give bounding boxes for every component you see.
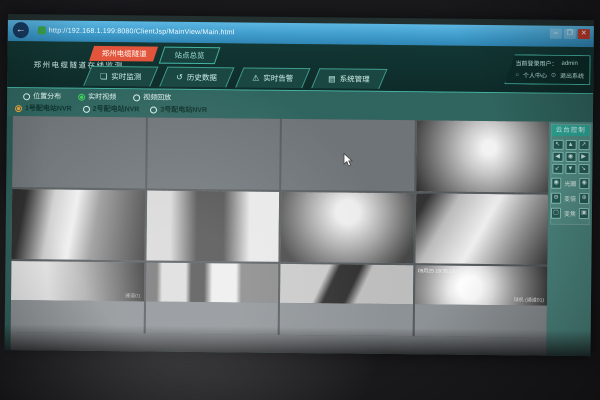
camera-osd-timestamp: 09月25 19:35:18 <box>418 268 455 275</box>
login-user: 当前登录用户：admin <box>515 58 585 68</box>
list-icon: ▤ <box>328 74 336 83</box>
camera-osd-label: 球机 (通道01) <box>514 297 544 304</box>
monitor-screen: ← http://192.168.1.199:8080/ClientJsp/Ma… <box>4 14 593 356</box>
letterbox <box>414 304 547 337</box>
person-icon: ○ <box>515 72 519 78</box>
photo-of-monitor: { "browser": { "url": "http://192.168.1.… <box>0 0 600 400</box>
camera-feed <box>415 193 548 265</box>
radio-live-video[interactable]: 实时视频 <box>78 92 116 102</box>
camera-cell-5[interactable] <box>11 189 144 261</box>
camera-osd-label: 通道01 <box>125 292 141 299</box>
close-button[interactable]: ✕ <box>578 29 590 39</box>
power-icon: ⊙ <box>551 72 556 79</box>
camera-cell-10[interactable] <box>145 263 278 335</box>
radio-nvr-3[interactable]: 3号配电站NVR <box>150 104 207 115</box>
camera-cell-8[interactable] <box>415 193 548 265</box>
camera-cell-7[interactable] <box>280 192 413 264</box>
ptz-up-right-button[interactable]: ↗ <box>578 140 589 150</box>
camera-cell-11[interactable] <box>280 264 413 336</box>
radio-location-map[interactable]: 位置分布 <box>23 91 61 101</box>
radio-icon <box>78 93 85 100</box>
camera-feed: 通道01 <box>11 261 144 301</box>
radio-video-playback[interactable]: 视频回放 <box>133 92 171 102</box>
ptz-title: 云台控制 <box>552 125 590 136</box>
radio-icon <box>23 93 30 100</box>
radio-icon <box>133 94 140 101</box>
focus-plus-button[interactable]: ▣ <box>579 208 589 219</box>
camera-cell-1[interactable] <box>12 116 145 188</box>
ptz-down-button[interactable]: ▼ <box>565 164 576 174</box>
personal-center-link[interactable]: 个人中心 <box>523 70 547 79</box>
username: admin <box>561 60 577 66</box>
radio-icon <box>15 105 22 112</box>
main-menu: ❏ 实时监测 ↺ 历史数据 ⚠ 实时告警 <box>87 66 383 89</box>
ptz-left-button[interactable]: ◀ <box>552 152 563 162</box>
iris-plus-button[interactable]: ◉ <box>579 178 589 189</box>
camera-cell-9[interactable]: 通道01 <box>11 261 144 333</box>
camera-feed: 09月25 19:35:18 球机 (通道01) <box>414 266 547 306</box>
camera-cell-6[interactable] <box>146 190 279 262</box>
tab-site-overview[interactable]: 站点总览 <box>159 47 221 65</box>
ptz-up-button[interactable]: ▲ <box>565 140 576 150</box>
radio-icon <box>83 105 90 112</box>
menu-realtime-alarm[interactable]: ⚠ 实时告警 <box>235 67 310 88</box>
ptz-sidebar: 云台控制 ↖ ▲ ↗ ◀ ◉ ▶ ↙ ▼ ↘ ◉ 光圈 ◉ <box>546 122 592 356</box>
letterbox <box>11 300 144 333</box>
ptz-panel: 云台控制 ↖ ▲ ↗ ◀ ◉ ▶ ↙ ▼ ↘ ◉ 光圈 ◉ <box>550 124 591 225</box>
camera-cell-4[interactable] <box>416 120 549 192</box>
tab-cable-tunnel[interactable]: 郑州电缆隧道 <box>89 46 158 62</box>
radio-icon <box>150 106 157 113</box>
camera-feed <box>280 192 413 264</box>
monitor-icon: ❏ <box>100 72 107 81</box>
ptz-zoom-row: ⊖ 变倍 ⊕ <box>551 193 589 204</box>
url-text: http://192.168.1.199:8080/ClientJsp/Main… <box>49 27 235 36</box>
browser-back-icon[interactable]: ← <box>13 22 29 38</box>
site-security-icon <box>38 26 46 34</box>
menu-system-manage[interactable]: ▤ 系统管理 <box>311 68 387 89</box>
camera-cell-2[interactable] <box>147 117 280 189</box>
radio-nvr-1[interactable]: 1号配电站NVR <box>15 103 72 114</box>
ptz-iris-row: ◉ 光圈 ◉ <box>551 178 589 189</box>
camera-cell-12[interactable]: 09月25 19:35:18 球机 (通道01) <box>414 266 547 338</box>
zoom-out-button[interactable]: ⊖ <box>551 193 561 204</box>
nvr-radios: 1号配电站NVR 2号配电站NVR 3号配电站NVR <box>15 103 207 115</box>
ptz-up-left-button[interactable]: ↖ <box>552 140 563 150</box>
focus-minus-button[interactable]: ▢ <box>551 208 561 219</box>
page-header: 郑州电缆隧道在线监测 郑州电缆隧道 站点总览 ❏ 实时监测 ↺ 历史数据 <box>7 41 593 94</box>
camera-feed <box>416 120 549 192</box>
history-icon: ↺ <box>176 73 183 82</box>
camera-feed <box>280 264 413 304</box>
zoom-in-button[interactable]: ⊕ <box>579 193 589 204</box>
ptz-center-button[interactable]: ◉ <box>565 152 576 162</box>
camera-feed <box>11 189 144 261</box>
menu-realtime-monitor[interactable]: ❏ 实时监测 <box>83 66 158 87</box>
ptz-direction-pad: ↖ ▲ ↗ ◀ ◉ ▶ ↙ ▼ ↘ <box>551 140 589 174</box>
logout-link[interactable]: 退出系统 <box>560 71 584 80</box>
ptz-down-left-button[interactable]: ↙ <box>552 164 563 174</box>
maximize-button[interactable]: ❐ <box>564 29 576 39</box>
letterbox <box>145 302 278 335</box>
mouse-cursor <box>343 153 353 172</box>
alarm-icon: ⚠ <box>252 74 259 83</box>
ptz-down-right-button[interactable]: ↘ <box>578 164 589 174</box>
camera-feed <box>145 263 278 303</box>
minimize-button[interactable]: – <box>550 29 562 39</box>
ptz-focus-row: ▢ 变焦 ▣ <box>551 208 589 219</box>
view-mode-radios: 位置分布 实时视频 视频回放 <box>23 91 171 103</box>
radio-nvr-2[interactable]: 2号配电站NVR <box>83 104 140 115</box>
ptz-right-button[interactable]: ▶ <box>578 152 589 162</box>
camera-grid: 通道01 09月25 19:35:18 球机 (通道01) <box>11 116 549 338</box>
window-controls: – ❐ ✕ <box>550 29 590 39</box>
surveillance-page: 郑州电缆隧道在线监测 郑州电缆隧道 站点总览 ❏ 实时监测 ↺ 历史数据 <box>4 41 593 356</box>
camera-feed <box>146 190 279 262</box>
user-panel: 当前登录用户：admin ○ 个人中心 ⊙ 退出系统 <box>504 54 590 85</box>
address-bar[interactable]: http://192.168.1.199:8080/ClientJsp/Main… <box>38 26 235 36</box>
letterbox <box>280 303 413 336</box>
menu-history-data[interactable]: ↺ 历史数据 <box>159 67 234 88</box>
iris-minus-button[interactable]: ◉ <box>551 178 561 189</box>
